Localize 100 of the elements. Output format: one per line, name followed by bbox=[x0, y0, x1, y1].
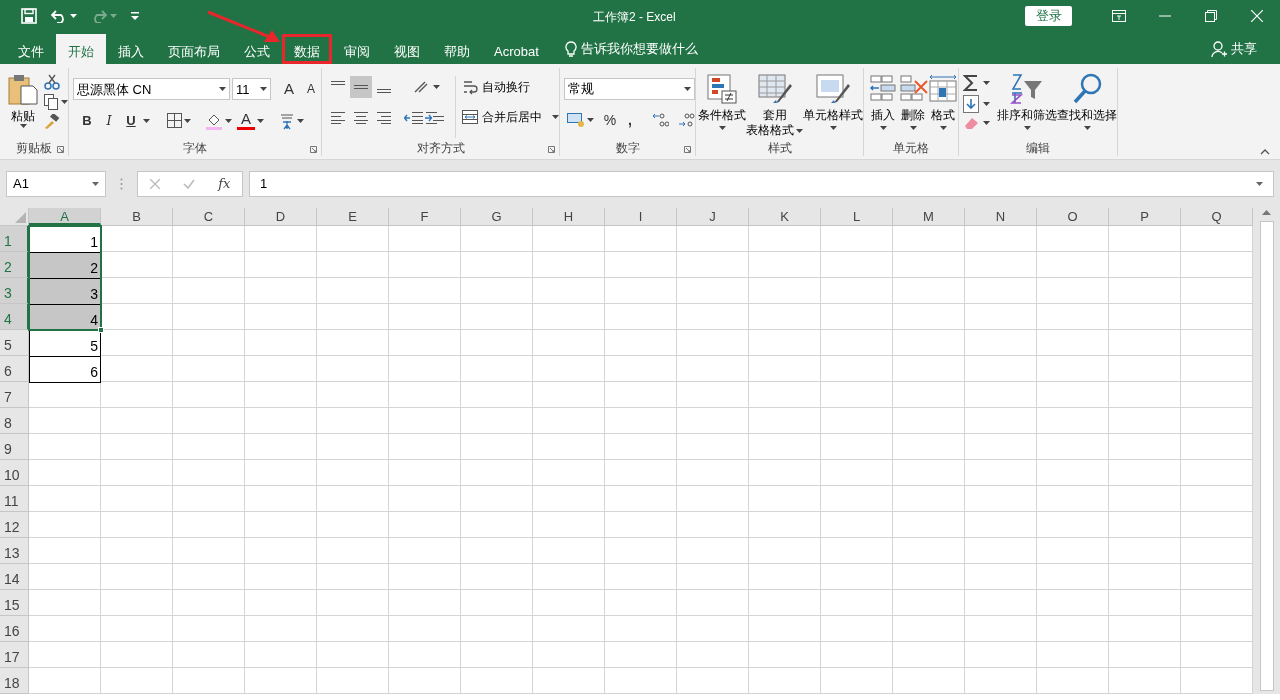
ribbon-tab[interactable]: 插入 bbox=[106, 34, 156, 64]
dialog-launcher-icon[interactable] bbox=[310, 146, 317, 153]
caret-icon[interactable] bbox=[587, 118, 594, 122]
caret-icon[interactable] bbox=[983, 121, 990, 125]
column-header[interactable]: E bbox=[317, 208, 389, 225]
ribbon-tab[interactable]: 公式 bbox=[232, 34, 282, 64]
scissors-icon[interactable] bbox=[44, 74, 60, 90]
insert-function-button[interactable]: fx bbox=[218, 174, 231, 194]
font-size-field[interactable]: 11 bbox=[232, 78, 271, 101]
row-header[interactable]: 7 bbox=[0, 382, 29, 408]
dialog-launcher-icon[interactable] bbox=[548, 146, 555, 153]
caret-icon[interactable] bbox=[143, 118, 150, 123]
caret-icon[interactable] bbox=[184, 118, 191, 123]
editing-button[interactable]: 查找和选择 bbox=[1057, 68, 1117, 138]
ribbon-tab[interactable]: 帮助 bbox=[432, 34, 482, 64]
lightbulb-icon[interactable] bbox=[564, 41, 577, 57]
column-header[interactable]: L bbox=[821, 208, 893, 225]
row-header[interactable]: 3 bbox=[0, 278, 29, 304]
caret-icon[interactable] bbox=[1083, 126, 1091, 130]
delete-cells-icon[interactable] bbox=[898, 74, 928, 104]
format-cells-icon[interactable] bbox=[928, 74, 958, 104]
search-icon[interactable] bbox=[1072, 73, 1102, 105]
row-header[interactable]: 5 bbox=[0, 330, 29, 356]
autosum-icon[interactable] bbox=[963, 74, 979, 92]
name-box[interactable]: A1 bbox=[6, 171, 106, 197]
borders-icon[interactable] bbox=[167, 113, 182, 128]
scrollbar-thumb[interactable] bbox=[1259, 221, 1274, 691]
italic-button[interactable]: I bbox=[99, 110, 119, 131]
caret-icon[interactable] bbox=[879, 126, 887, 130]
row-header[interactable]: 4 bbox=[0, 304, 29, 330]
share-button[interactable]: 共享 bbox=[1231, 39, 1257, 59]
column-header[interactable]: B bbox=[101, 208, 173, 225]
row-header[interactable]: 1 bbox=[0, 226, 29, 252]
ribbon-tab[interactable]: 审阅 bbox=[332, 34, 382, 64]
merge-center-icon[interactable] bbox=[462, 110, 478, 124]
grow-font-button[interactable]: A bbox=[279, 78, 299, 101]
grip-icon[interactable] bbox=[120, 178, 123, 190]
dialog-launcher-icon[interactable] bbox=[57, 146, 64, 153]
decrease-decimal-icon[interactable] bbox=[677, 112, 695, 128]
currency-icon[interactable] bbox=[567, 113, 585, 127]
wrap-text-button[interactable]: 自动换行 bbox=[482, 78, 530, 96]
align-right-icon[interactable] bbox=[376, 111, 392, 125]
conditional-format-icon[interactable] bbox=[707, 74, 737, 104]
close-icon[interactable] bbox=[1251, 10, 1263, 22]
column-header[interactable]: F bbox=[389, 208, 461, 225]
row-header[interactable]: 11 bbox=[0, 486, 29, 512]
cells-button[interactable]: 删除 bbox=[898, 68, 928, 138]
caret-icon[interactable] bbox=[939, 126, 947, 130]
sort-filter-icon[interactable] bbox=[1010, 73, 1044, 105]
row-header[interactable]: 6 bbox=[0, 356, 29, 382]
cells-button[interactable]: 插入 bbox=[868, 68, 898, 138]
caret-icon[interactable] bbox=[1256, 182, 1263, 186]
caret-icon[interactable] bbox=[909, 126, 917, 130]
save-icon[interactable] bbox=[21, 8, 37, 24]
column-header[interactable]: C bbox=[173, 208, 245, 225]
row-header[interactable]: 18 bbox=[0, 668, 29, 694]
ribbon-tab[interactable]: 开始 bbox=[56, 34, 106, 64]
column-header[interactable]: P bbox=[1109, 208, 1181, 225]
column-header[interactable]: K bbox=[749, 208, 821, 225]
column-header[interactable]: N bbox=[965, 208, 1037, 225]
caret-icon[interactable] bbox=[1023, 126, 1031, 130]
caret-icon[interactable] bbox=[260, 87, 267, 92]
tell-me-field[interactable]: 告诉我你想要做什么 bbox=[580, 39, 698, 59]
number-format-field[interactable]: 常规 bbox=[564, 78, 695, 100]
row-header[interactable]: 2 bbox=[0, 252, 29, 278]
ribbon-tab[interactable]: 页面布局 bbox=[156, 34, 232, 64]
collapse-ribbon-icon[interactable] bbox=[1260, 149, 1270, 155]
column-header[interactable]: A bbox=[29, 208, 101, 225]
column-header[interactable]: O bbox=[1037, 208, 1109, 225]
caret-icon[interactable] bbox=[70, 14, 77, 18]
align-center-icon[interactable] bbox=[353, 111, 369, 125]
column-header[interactable]: H bbox=[533, 208, 605, 225]
caret-icon[interactable] bbox=[684, 87, 691, 91]
underline-button[interactable]: U bbox=[121, 110, 141, 131]
paste-button[interactable]: 粘贴 bbox=[11, 108, 35, 124]
row-header[interactable]: 9 bbox=[0, 434, 29, 460]
align-left-icon[interactable] bbox=[330, 111, 346, 125]
ribbon-display-icon[interactable] bbox=[1112, 10, 1126, 22]
caret-icon[interactable] bbox=[829, 126, 837, 130]
row-header[interactable]: 8 bbox=[0, 408, 29, 434]
font-color-button[interactable]: A bbox=[237, 111, 255, 130]
cells-button[interactable]: 格式 bbox=[928, 68, 958, 138]
copy-icon[interactable] bbox=[44, 94, 58, 110]
row-header[interactable]: 10 bbox=[0, 460, 29, 486]
caret-icon[interactable] bbox=[552, 115, 559, 119]
row-header[interactable]: 15 bbox=[0, 590, 29, 616]
scroll-up-icon[interactable] bbox=[1262, 210, 1271, 215]
fill-handle[interactable] bbox=[98, 327, 104, 333]
column-header[interactable]: M bbox=[893, 208, 965, 225]
paste-icon[interactable] bbox=[8, 74, 38, 106]
merge-center-button[interactable]: 合并后居中 bbox=[482, 108, 542, 126]
row-header[interactable]: 14 bbox=[0, 564, 29, 590]
caret-icon[interactable] bbox=[796, 128, 803, 133]
bold-button[interactable]: B bbox=[77, 110, 97, 131]
dialog-launcher-icon[interactable] bbox=[684, 146, 691, 153]
row-header[interactable]: 13 bbox=[0, 538, 29, 564]
customize-icon[interactable] bbox=[131, 12, 139, 20]
decrease-indent-icon[interactable] bbox=[404, 111, 424, 125]
table-brush-icon[interactable] bbox=[757, 74, 792, 104]
ribbon-tab[interactable]: 文件 bbox=[6, 34, 56, 64]
